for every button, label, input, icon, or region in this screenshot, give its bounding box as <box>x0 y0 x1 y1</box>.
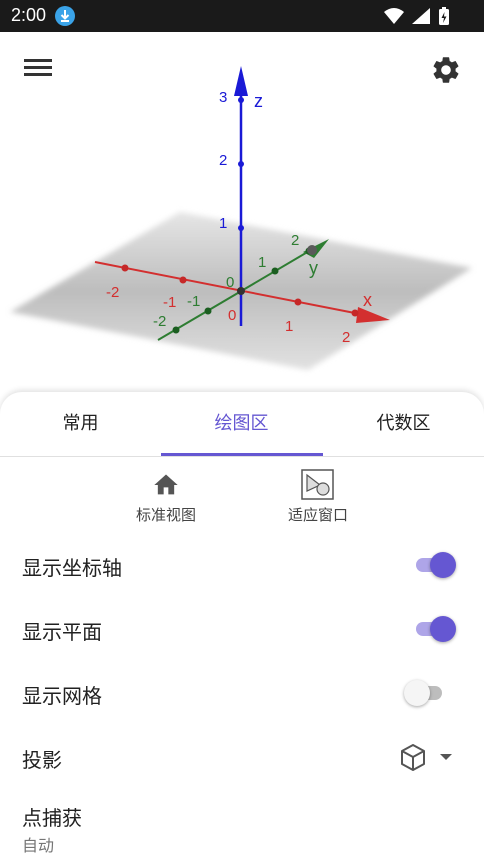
wifi-icon <box>384 8 404 24</box>
projection-row[interactable]: 投影 <box>0 726 484 786</box>
tab-graphics[interactable]: 绘图区 <box>161 392 322 456</box>
y-tick-label: -1 <box>187 293 200 310</box>
status-bar: 2:00 <box>0 0 484 32</box>
standard-view-button[interactable]: 标准视图 <box>106 470 226 530</box>
settings-gear-icon[interactable] <box>430 54 462 86</box>
z-tick-label: 3 <box>219 89 227 106</box>
active-tab-indicator <box>161 453 323 456</box>
status-time: 2:00 <box>11 5 47 25</box>
z-axis-arrow <box>234 66 248 96</box>
x-tick-label: 0 <box>228 307 236 324</box>
show-plane-label: 显示平面 <box>22 620 102 644</box>
x-tick-label: -2 <box>106 284 119 301</box>
y-tick-label: 2 <box>291 232 299 249</box>
y-axis-label: y <box>309 258 318 278</box>
z-tick-label: 1 <box>219 215 227 232</box>
projection-label: 投影 <box>22 748 62 772</box>
y-axis-end-point <box>307 245 317 255</box>
cube-projection-icon <box>401 744 425 771</box>
z-tick-label: 2 <box>219 152 227 169</box>
x-tick-label: -1 <box>163 294 176 311</box>
tab-basic[interactable]: 常用 <box>0 392 161 456</box>
show-axes-label: 显示坐标轴 <box>22 556 122 580</box>
show-axes-row[interactable]: 显示坐标轴 <box>0 534 484 594</box>
tab-algebra[interactable]: 代数区 <box>323 392 484 456</box>
x-tick-label: 1 <box>285 318 293 335</box>
y-tick-label: 0 <box>226 274 234 291</box>
3d-axes-canvas[interactable]: z 1 2 3 x -2 -1 0 1 2 y -2 -1 0 1 2 <box>0 32 484 400</box>
home-icon <box>154 474 178 495</box>
point-capturing-value: 自动 <box>22 836 55 855</box>
y-tick-label: -2 <box>153 313 166 330</box>
standard-view-label: 标准视图 <box>135 506 196 524</box>
x-tick-label: 2 <box>342 329 350 346</box>
signal-icon <box>412 8 430 24</box>
projection-dropdown[interactable] <box>398 742 458 772</box>
z-axis-label: z <box>254 91 263 111</box>
point-capturing-label: 点捕获 <box>22 806 82 830</box>
show-plane-row[interactable]: 显示平面 <box>0 598 484 658</box>
point-capturing-row[interactable]: 点捕获 自动 <box>0 790 484 860</box>
battery-icon <box>439 7 449 25</box>
show-axes-toggle[interactable] <box>412 550 458 580</box>
show-grid-row[interactable]: 显示网格 <box>0 662 484 722</box>
fit-window-button[interactable]: 适应窗口 <box>258 469 378 530</box>
tab-bar: 常用 绘图区 代数区 <box>0 392 484 457</box>
fit-window-label: 适应窗口 <box>287 506 348 524</box>
download-icon <box>55 6 75 26</box>
show-grid-toggle[interactable] <box>404 678 450 708</box>
status-icons <box>382 6 474 26</box>
settings-panel: 常用 绘图区 代数区 标准视图 适应窗口 显示坐标轴 显示平面 显示网格 投影 … <box>0 392 484 860</box>
fit-window-icon <box>301 469 334 500</box>
show-plane-toggle[interactable] <box>412 614 458 644</box>
graphics-3d-view[interactable]: z 1 2 3 x -2 -1 0 1 2 y -2 -1 0 1 2 <box>0 32 484 400</box>
x-axis-label: x <box>363 290 372 310</box>
show-grid-label: 显示网格 <box>22 684 102 708</box>
menu-icon[interactable] <box>24 57 52 81</box>
origin-point <box>237 287 245 295</box>
y-tick-label: 1 <box>258 254 266 271</box>
dropdown-arrow-icon <box>440 754 452 760</box>
